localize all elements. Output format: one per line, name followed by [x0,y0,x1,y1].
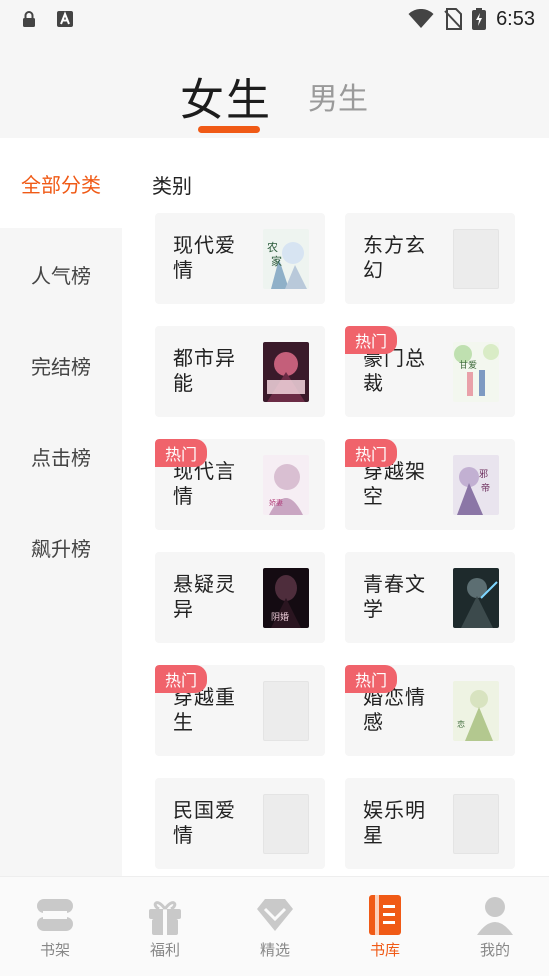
nav-label: 书库 [369,941,400,959]
nav-welfare[interactable]: 福利 [110,877,220,976]
category-card-modern-romance-fiction[interactable]: 现代言情 娇妻 热门 [155,439,325,530]
svg-text:家: 家 [271,254,282,268]
book-cover-image: 娇妻 [263,455,309,515]
category-card-youth-literature[interactable]: 青春文学 [345,552,515,643]
book-cover-image: 恋 [453,681,499,741]
tab-male[interactable]: 男生 [308,74,368,118]
svg-text:娇妻: 娇妻 [269,498,283,507]
tab-female[interactable]: 女生 [180,64,272,128]
hot-badge: 热门 [155,665,207,693]
nav-label: 精选 [259,941,290,959]
svg-text:邪: 邪 [479,469,488,480]
sidebar-item-popular[interactable]: 人气榜 [0,229,122,319]
library-icon [369,895,401,935]
category-card-rich-ceo[interactable]: 豪门总裁 甘爱 热门 [345,326,515,417]
category-label: 现代爱情 [173,233,236,282]
sidebar: 全部分类 人气榜 完结榜 点击榜 飙升榜 [0,138,122,876]
category-card-marriage-emotion[interactable]: 婚恋情感 恋 热门 [345,665,515,756]
svg-text:帝: 帝 [481,482,490,494]
bottom-nav: 书架 福利 精选 书库 我的 [0,876,549,976]
category-card-rebirth[interactable]: 穿越重生 热门 [155,665,325,756]
book-cover-image [453,568,499,628]
category-label: 都市异能 [173,346,236,395]
book-cover-placeholder [263,681,309,741]
category-label: 东方玄幻 [363,233,426,282]
book-cover-image [263,342,309,402]
category-label: 民国爱情 [173,798,236,847]
sidebar-item-label: 全部分类 [21,172,101,197]
category-card-suspense[interactable]: 悬疑灵异 阴婚 [155,552,325,643]
svg-text:甘爱: 甘爱 [459,359,477,371]
gift-icon [149,901,181,935]
user-icon [477,897,513,935]
category-card-eastern-fantasy[interactable]: 东方玄幻 [345,213,515,304]
hot-badge: 热门 [345,439,397,467]
category-card-modern-romance[interactable]: 现代爱情 农家 [155,213,325,304]
no-sim-icon [444,8,463,30]
category-label: 青春文学 [363,572,426,621]
book-cover-placeholder [453,229,499,289]
sidebar-item-completed[interactable]: 完结榜 [0,320,122,410]
svg-text:农: 农 [267,240,278,254]
category-card-republic-romance[interactable]: 民国爱情 [155,778,325,869]
sidebar-item-label: 点击榜 [31,445,91,470]
nav-label: 书架 [39,941,70,959]
nav-featured[interactable]: 精选 [220,877,330,976]
sidebar-item-rising[interactable]: 飙升榜 [0,502,122,592]
bookshelf-icon [37,899,73,931]
tab-active-indicator [198,126,260,133]
sidebar-item-label: 完结榜 [31,354,91,379]
category-label: 悬疑灵异 [173,572,236,621]
book-cover-image: 邪帝 [453,455,499,515]
book-cover-image: 甘爱 [453,342,499,402]
book-cover-placeholder [453,794,499,854]
sidebar-item-clicks[interactable]: 点击榜 [0,411,122,501]
svg-text:恋: 恋 [457,719,465,729]
status-bar: 6:53 [0,0,549,38]
wifi-icon [408,9,434,28]
hot-badge: 热门 [155,439,207,467]
sidebar-item-label: 人气榜 [31,263,91,288]
sidebar-item-all-categories[interactable]: 全部分类 [0,138,122,228]
nav-label: 我的 [479,941,510,959]
diamond-icon [257,899,293,931]
category-card-urban-power[interactable]: 都市异能 [155,326,325,417]
category-card-time-travel[interactable]: 穿越架空 邪帝 热门 [345,439,515,530]
svg-text:阴婚: 阴婚 [271,611,289,623]
sidebar-item-label: 飙升榜 [31,536,91,561]
nav-library[interactable]: 书库 [330,877,440,976]
a-box-icon [57,11,73,27]
nav-label: 福利 [149,941,180,959]
battery-charging-icon [472,8,487,30]
hot-badge: 热门 [345,326,397,354]
category-label: 娱乐明星 [363,798,426,847]
book-cover-image: 农家 [263,229,309,289]
book-cover-placeholder [263,794,309,854]
gender-tabs: 女生 男生 [0,38,549,138]
category-card-entertainment-star[interactable]: 娱乐明星 [345,778,515,869]
lock-icon [23,11,35,27]
hot-badge: 热门 [345,665,397,693]
section-title: 类别 [152,174,192,198]
book-cover-image: 阴婚 [263,568,309,628]
nav-profile[interactable]: 我的 [440,877,549,976]
nav-bookshelf[interactable]: 书架 [0,877,110,976]
status-time: 6:53 [496,7,535,30]
